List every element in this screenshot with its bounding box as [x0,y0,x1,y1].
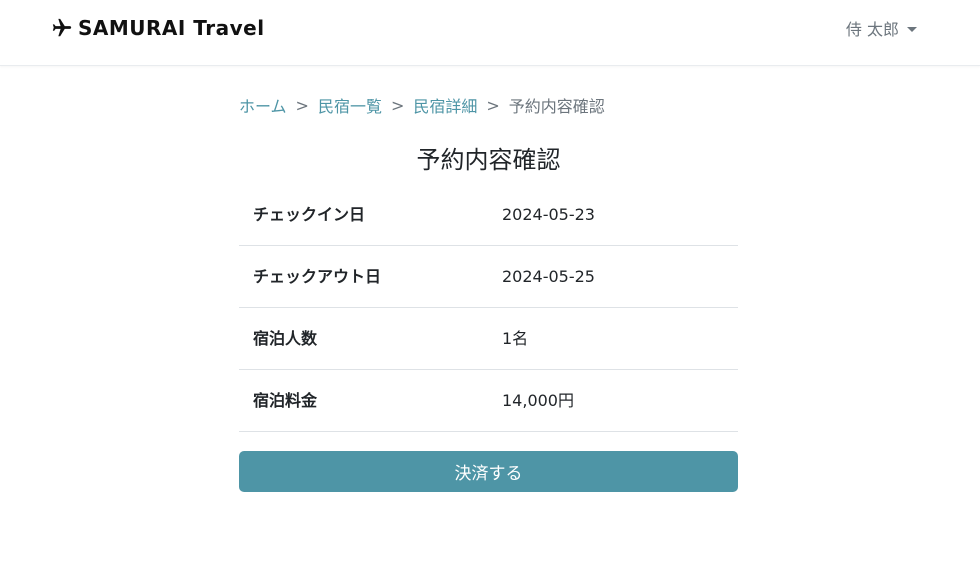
caret-down-icon [907,26,917,32]
reservation-details: チェックイン日 2024-05-23 チェックアウト日 2024-05-25 宿… [239,184,738,432]
breadcrumb-separator: > [295,95,309,115]
detail-label: チェックイン日 [253,205,366,224]
user-name: 侍 太郎 [845,20,899,39]
detail-value: 2024-05-25 [502,267,595,286]
detail-label: 宿泊料金 [253,391,318,410]
detail-row-guests: 宿泊人数 1名 [239,308,738,370]
detail-row-checkout: チェックアウト日 2024-05-25 [239,246,738,308]
breadcrumb-separator: > [486,95,500,115]
detail-value: 14,000円 [502,391,574,410]
breadcrumb: ホーム > 民宿一覧 > 民宿詳細 > 予約内容確認 [239,93,605,117]
detail-value: 1名 [502,329,529,348]
breadcrumb-separator: > [390,95,405,115]
page-title: 予約内容確認 [416,146,561,174]
detail-label: 宿泊人数 [253,329,318,348]
brand-name: SAMURAI Travel [78,16,265,40]
breadcrumb-item-detail[interactable]: 民宿詳細 [413,93,477,117]
airplane-icon [51,17,73,39]
breadcrumb-item-home[interactable]: ホーム [239,93,287,117]
navbar: SAMURAI Travel 侍 太郎 [0,0,980,66]
breadcrumb-item-listing[interactable]: 民宿一覧 [318,93,382,117]
breadcrumb-item-current: 予約内容確認 [508,97,605,116]
user-menu-dropdown[interactable]: 侍 太郎 [846,16,917,40]
detail-label: チェックアウト日 [253,267,382,286]
detail-row-price: 宿泊料金 14,000円 [239,370,738,432]
detail-value: 2024-05-23 [502,205,595,224]
detail-row-checkin: チェックイン日 2024-05-23 [239,184,738,246]
pay-button[interactable]: 決済する [239,451,738,492]
brand-logo-link[interactable]: SAMURAI Travel [51,13,265,43]
